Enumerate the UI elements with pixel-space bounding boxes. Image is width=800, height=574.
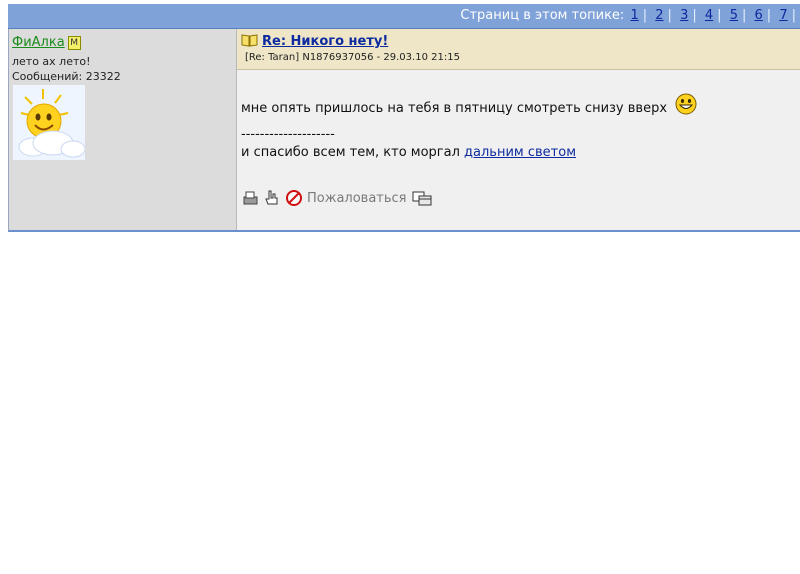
page-link-2[interactable]: 2 — [655, 8, 663, 23]
post-separator: -------------------- — [241, 127, 335, 142]
page-separator: | — [642, 8, 648, 23]
pages-inner: Страниц в этом топике: 1 | 2 | 3 | 4 | 5 | 6 |… — [460, 4, 800, 28]
page-separator: | — [791, 8, 796, 23]
page-separator: | — [667, 8, 672, 23]
page-link-1[interactable]: 1 — [630, 8, 638, 23]
page-link-4[interactable]: 4 — [705, 8, 713, 23]
grin-smiley-icon — [675, 93, 697, 115]
author-name-line: ФиАлка М — [12, 35, 81, 53]
print-icon[interactable] — [241, 189, 259, 207]
reply-window-icon[interactable] — [411, 189, 433, 207]
hand-pointer-icon[interactable] — [263, 189, 281, 207]
forum-post: ФиАлкаМ лето ах лето! Сообщений: 23322 — [8, 29, 800, 232]
post-line-1: мне опять пришлось на тебя в пятницу смо… — [241, 93, 697, 116]
post-line-3-text: и спасибо всем тем, кто моргал — [241, 145, 465, 160]
page-separator: | — [717, 8, 722, 23]
page-link-5[interactable]: 5 — [730, 8, 738, 23]
high-beam-link[interactable]: дальним светом — [464, 145, 576, 160]
post-title-line: Re: Никого нету! — [241, 33, 388, 51]
avatar — [13, 85, 86, 160]
report-link[interactable]: Пожаловаться — [307, 191, 407, 206]
pages-label: Страниц в этом топике: — [460, 8, 625, 23]
author-status: лето ах лето! — [12, 55, 91, 68]
post-content: Re: Никого нету! [Re: Taran] N1876937056… — [237, 29, 800, 230]
page-separator: | — [741, 8, 747, 23]
report-stop-icon[interactable] — [285, 189, 303, 207]
page-link-6[interactable]: 6 — [755, 8, 763, 23]
author-message-count: Сообщений: 23322 — [12, 70, 121, 83]
author-name-link[interactable]: ФиАлка — [12, 35, 65, 50]
moderator-badge-icon: М — [67, 36, 81, 50]
book-icon — [241, 34, 258, 47]
post-title-link[interactable]: Re: Никого нету! — [262, 34, 388, 49]
post-meta: [Re: Taran] N1876937056 - 29.03.10 21:15 — [245, 52, 460, 63]
page-separator: | — [766, 8, 772, 23]
post-line-1-text: мне опять пришлось на тебя в пятницу смо… — [241, 101, 668, 116]
post-header: Re: Никого нету! [Re: Taran] N1876937056… — [237, 29, 800, 70]
post-line-3: и спасибо всем тем, кто моргал дальним с… — [241, 145, 697, 163]
page-separator: | — [692, 8, 697, 23]
page-link-3[interactable]: 3 — [680, 8, 688, 23]
post-body: мне опять пришлось на тебя в пятницу смо… — [241, 93, 697, 163]
author-panel: ФиАлка М лето ах лето! Сообщений: 23322 — [9, 29, 237, 230]
page-link-7[interactable]: 7 — [779, 8, 787, 23]
topic-pages-bar: Страниц в этом топике: 1 | 2 | 3 | 4 | 5 | 6 |… — [8, 4, 800, 29]
sun-avatar-icon — [13, 85, 86, 160]
post-actions: Пожаловаться — [241, 189, 433, 207]
